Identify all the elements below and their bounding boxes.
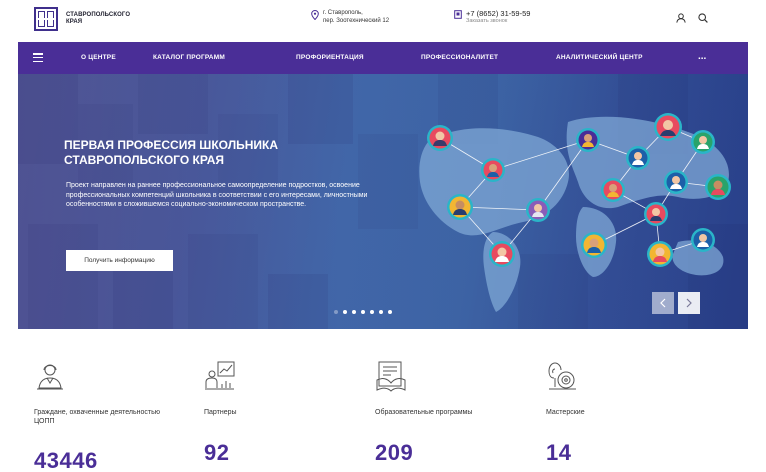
nav-item-about[interactable]: О ЦЕНТРЕ bbox=[81, 42, 116, 74]
main-navigation: О ЦЕНТРЕ КАТАЛОГ ПРОГРАММ ПРОФОРИЕНТАЦИЯ… bbox=[18, 42, 748, 74]
slider-dot[interactable] bbox=[379, 310, 383, 314]
stat-citizens: Граждане, охваченные деятельностью ЦОПП … bbox=[34, 360, 184, 472]
nav-item-analytics[interactable]: АНАЛИТИЧЕСКИЙ ЦЕНТР bbox=[556, 42, 643, 74]
stat-value: 43446 bbox=[34, 448, 98, 472]
stat-label: Граждане, охваченные деятельностью ЦОПП bbox=[34, 409, 160, 425]
stat-label: Образовательные программы bbox=[375, 409, 473, 416]
slider-prev-button[interactable] bbox=[652, 292, 674, 314]
phone-icon bbox=[454, 10, 462, 19]
person-icon bbox=[37, 364, 63, 390]
slider-pagination bbox=[334, 310, 392, 314]
logo-line-2: КРАЯ bbox=[66, 19, 83, 25]
nav-item-professionalitet[interactable]: ПРОФЕССИОНАЛИТЕТ bbox=[421, 42, 498, 74]
logo[interactable]: СТАВРОПОЛЬСКОГО КРАЯ bbox=[34, 7, 130, 31]
stat-value: 209 bbox=[375, 440, 414, 465]
nav-more-button[interactable]: ... bbox=[698, 42, 706, 74]
slider-dot[interactable] bbox=[388, 310, 392, 314]
stat-partners: Партнеры 92 bbox=[204, 360, 354, 465]
top-header: СТАВРОПОЛЬСКОГО КРАЯ г. Ставрополь, пер.… bbox=[0, 0, 766, 40]
hero-title-line-2: СТАВРОПОЛЬСКОГО КРАЯ bbox=[64, 153, 225, 167]
stat-value: 14 bbox=[546, 440, 572, 465]
nav-item-career-guidance[interactable]: ПРОФОРИЕНТАЦИЯ bbox=[296, 42, 364, 74]
phone-block[interactable]: +7 (8652) 31-59-59 Заказать звонок bbox=[454, 9, 530, 25]
stat-workshops: Мастерские 14 bbox=[546, 360, 696, 465]
stat-programs: Образовательные программы 209 bbox=[375, 360, 525, 465]
book-icon bbox=[376, 361, 406, 392]
hero-title: ПЕРВАЯ ПРОФЕССИЯ ШКОЛЬНИКА СТАВРОПОЛЬСКО… bbox=[64, 138, 324, 168]
partners-chart-icon bbox=[205, 361, 235, 390]
address-line-1: г. Ставрополь, bbox=[323, 10, 363, 16]
slider-next-button[interactable] bbox=[678, 292, 700, 314]
world-network-illustration bbox=[419, 113, 731, 312]
hamburger-menu-icon[interactable] bbox=[33, 53, 43, 62]
slider-dot[interactable] bbox=[352, 310, 356, 314]
address-line-2: пер. Зоотехнический 12 bbox=[323, 18, 390, 24]
stat-label: Мастерские bbox=[546, 409, 585, 416]
logo-mark bbox=[34, 7, 58, 31]
address[interactable]: г. Ставрополь, пер. Зоотехнический 12 bbox=[311, 9, 389, 25]
callback-link[interactable]: Заказать звонок bbox=[466, 18, 530, 25]
search-icon[interactable] bbox=[698, 13, 708, 23]
slider-dot[interactable] bbox=[370, 310, 374, 314]
get-info-button[interactable]: Получить информацию bbox=[66, 250, 173, 271]
hero-slider: ПЕРВАЯ ПРОФЕССИЯ ШКОЛЬНИКА СТАВРОПОЛЬСКО… bbox=[18, 74, 748, 329]
nav-item-catalog[interactable]: КАТАЛОГ ПРОГРАММ bbox=[153, 42, 225, 74]
logo-text: СТАВРОПОЛЬСКОГО КРАЯ bbox=[66, 12, 130, 26]
workshop-gear-icon bbox=[548, 362, 576, 390]
hero-title-line-1: ПЕРВАЯ ПРОФЕССИЯ ШКОЛЬНИКА bbox=[64, 138, 279, 152]
logo-line-1: СТАВРОПОЛЬСКОГО bbox=[66, 12, 131, 18]
stat-value: 92 bbox=[204, 440, 230, 465]
chevron-right-icon bbox=[686, 298, 692, 308]
slider-dot[interactable] bbox=[334, 310, 338, 314]
slider-dot[interactable] bbox=[361, 310, 365, 314]
user-icon[interactable] bbox=[676, 13, 686, 23]
phone-number[interactable]: +7 (8652) 31-59-59 bbox=[466, 9, 530, 18]
chevron-left-icon bbox=[660, 298, 666, 308]
stat-label: Партнеры bbox=[204, 409, 237, 416]
slider-dot[interactable] bbox=[343, 310, 347, 314]
hero-description: Проект направлен на раннее профессиональ… bbox=[66, 182, 368, 208]
header-actions bbox=[676, 13, 708, 23]
location-pin-icon bbox=[311, 10, 319, 20]
